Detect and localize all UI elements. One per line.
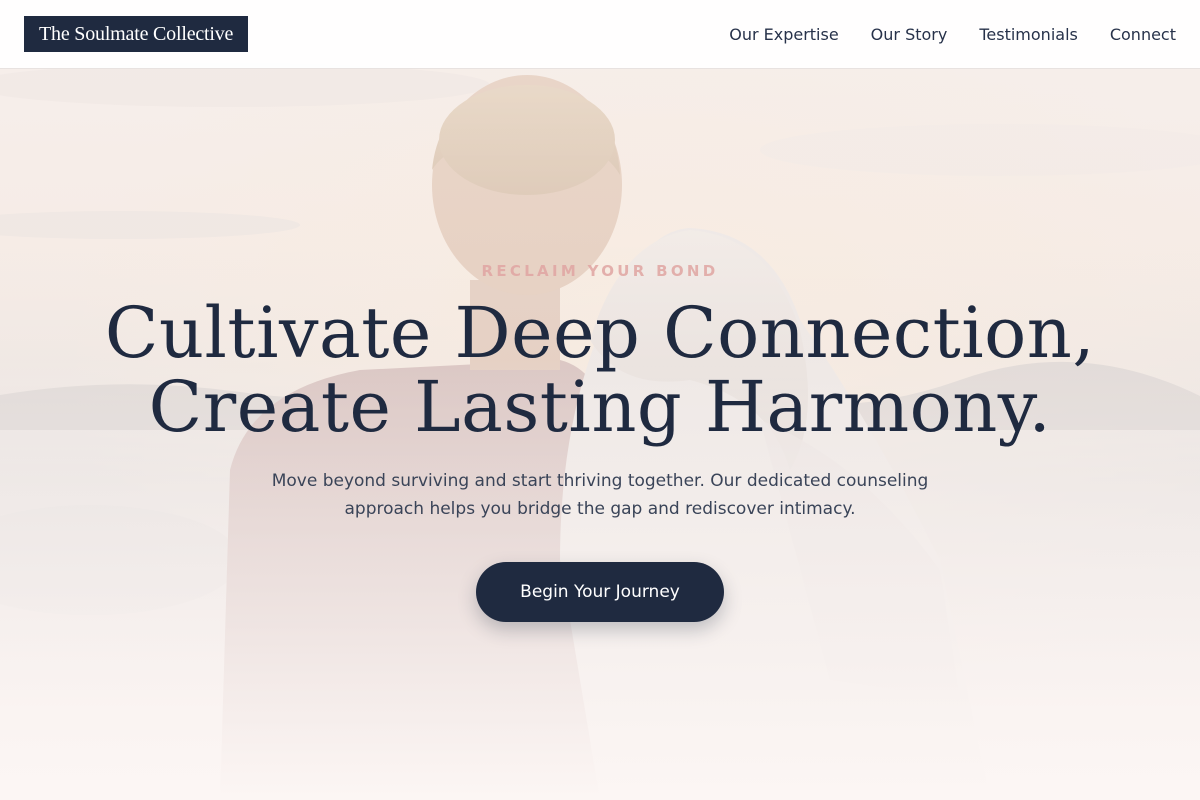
nav-link-testimonials[interactable]: Testimonials [979,25,1078,44]
nav-link-our-story[interactable]: Our Story [871,25,948,44]
hero-headline-line-1: Cultivate Deep Connection, [104,292,1096,374]
top-navigation: The Soulmate Collective Our Expertise Ou… [0,0,1200,69]
hero-headline: Cultivate Deep Connection, Create Lastin… [0,296,1200,444]
nav-links: Our Expertise Our Story Testimonials Con… [729,25,1176,44]
brand-logo[interactable]: The Soulmate Collective [24,16,249,52]
hero-eyebrow: RECLAIM YOUR BOND [481,262,719,280]
nav-link-connect[interactable]: Connect [1110,25,1176,44]
hero-headline-line-2: Create Lasting Harmony. [148,366,1052,448]
begin-journey-button[interactable]: Begin Your Journey [476,562,724,622]
hero-subtext: Move beyond surviving and start thriving… [271,471,929,519]
nav-link-our-expertise[interactable]: Our Expertise [729,25,838,44]
hero-content: RECLAIM YOUR BOND Cultivate Deep Connect… [0,0,1200,800]
